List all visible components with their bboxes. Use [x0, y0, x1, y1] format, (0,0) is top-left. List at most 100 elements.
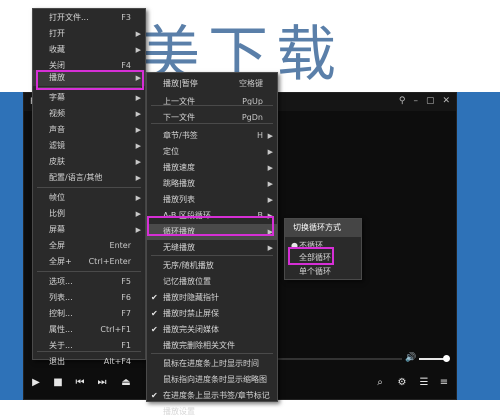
chevron-right-icon: ▶ — [135, 110, 141, 118]
main-menu-item[interactable]: 皮肤 ▶ — [33, 154, 145, 170]
play-menu-item[interactable]: ✔ 播放完关闭媒体 — [147, 322, 277, 338]
maximize-icon[interactable]: ▢ — [426, 96, 435, 106]
title-bar-icons: ⚲ – ▢ ✕ — [399, 96, 450, 106]
main-menu-item-label: 配置/语言/其他 — [49, 173, 103, 182]
main-menu-item[interactable]: 控制... F7 — [33, 306, 145, 322]
main-menu-item[interactable]: 收藏 ▶ — [33, 42, 145, 58]
main-menu-item-label: 退出 — [49, 357, 65, 366]
play-menu-item[interactable]: 播放完删除相关文件 — [147, 338, 277, 354]
main-menu-item-label: 声音 — [49, 125, 65, 134]
main-menu-item-shortcut: Enter — [109, 241, 131, 250]
play-menu-item[interactable]: ✔ 播放时禁止屏保 — [147, 306, 277, 322]
search-icon[interactable]: ⌕ — [372, 375, 388, 391]
main-menu-item[interactable]: 选项... F5 — [33, 274, 145, 290]
play-menu-item[interactable]: 章节/书签 H ▶ — [147, 128, 277, 144]
main-menu-item[interactable]: 全屏+ Ctrl+Enter — [33, 254, 145, 270]
play-menu-item-shortcut: H — [256, 131, 263, 140]
play-menu-item[interactable]: 播放设置 — [147, 404, 277, 420]
chevron-right-icon: ▶ — [267, 148, 273, 156]
play-menu-item[interactable]: 鼠标指向进度条时显示缩略图 — [147, 372, 277, 388]
chevron-right-icon: ▶ — [267, 164, 273, 172]
play-menu-item[interactable]: ✔ 在进度条上显示书签/章节标记 — [147, 388, 277, 404]
main-menu-item-label: 字幕 — [49, 93, 65, 102]
checkmark-icon: ✔ — [151, 391, 158, 400]
main-menu-item[interactable]: 打开文件... F3 — [33, 10, 145, 26]
loop-menu-header: 切换循环方式 — [285, 219, 361, 237]
play-menu-item[interactable]: 定位 ▶ — [147, 144, 277, 160]
checkmark-icon: ✔ — [151, 325, 158, 334]
main-menu-item-shortcut: Ctrl+F1 — [100, 325, 131, 334]
main-menu-item[interactable]: 屏幕 ▶ — [33, 222, 145, 238]
play-menu-item[interactable]: 记忆播放位置 — [147, 274, 277, 290]
main-menu-item-shortcut: Ctrl+Enter — [88, 257, 131, 266]
play-menu-item[interactable]: 跳略播放 ▶ — [147, 176, 277, 192]
main-menu-item[interactable]: 列表... F6 — [33, 290, 145, 306]
main-menu-item[interactable]: 全屏 Enter — [33, 238, 145, 254]
close-icon[interactable]: ✕ — [442, 96, 450, 106]
main-menu-item[interactable]: 滤镜 ▶ — [33, 138, 145, 154]
main-menu-item[interactable]: 配置/语言/其他 ▶ — [33, 170, 145, 186]
main-menu-item[interactable]: 打开 ▶ — [33, 26, 145, 42]
menu-separator — [151, 123, 273, 124]
main-menu-item-label: 控制... — [49, 309, 73, 318]
play-menu-item[interactable]: 播放|暂停 空格键 — [147, 76, 277, 92]
chevron-right-icon: ▶ — [135, 46, 141, 54]
chevron-right-icon: ▶ — [135, 194, 141, 202]
main-menu-item-label: 选项... — [49, 277, 73, 286]
chevron-right-icon: ▶ — [267, 132, 273, 140]
play-menu-item[interactable]: ✔ 播放时隐藏指针 — [147, 290, 277, 306]
play-menu-item[interactable]: 播放速度 ▶ — [147, 160, 277, 176]
main-menu-item-label: 全屏 — [49, 241, 65, 250]
next-button[interactable]: ⏭ — [94, 375, 110, 391]
play-menu-item-label: 无序/随机播放 — [163, 261, 214, 270]
chevron-right-icon: ▶ — [135, 174, 141, 182]
play-menu-item-label: 播放列表 — [163, 195, 195, 204]
main-menu-item[interactable]: 比例 ▶ — [33, 206, 145, 222]
play-menu-item-label: 播放设置 — [163, 407, 195, 416]
playlist-icon[interactable]: ☰ — [416, 375, 432, 391]
menu-separator — [37, 187, 141, 188]
menu-icon[interactable]: ≡ — [436, 375, 452, 391]
main-menu-item-shortcut: F3 — [121, 13, 131, 22]
play-button[interactable]: ▶ — [28, 375, 44, 391]
main-menu-item-label: 帧位 — [49, 193, 65, 202]
play-menu-item-label: 记忆播放位置 — [163, 277, 211, 286]
chevron-right-icon: ▶ — [135, 210, 141, 218]
pin-icon[interactable]: ⚲ — [399, 96, 406, 106]
main-menu-item-label: 皮肤 — [49, 157, 65, 166]
menu-separator — [37, 351, 141, 352]
highlight-play-item — [36, 70, 144, 90]
main-menu-item[interactable]: 退出 Alt+F4 — [33, 354, 145, 370]
main-menu-item-label: 比例 — [49, 209, 65, 218]
menu-separator — [151, 105, 273, 106]
play-submenu: 播放|暂停 空格键 上一文件 PgUp 下一文件 PgDn 章节/书签 H ▶ 定位 ▶ 播放速度 ▶ 跳… — [146, 72, 278, 416]
main-menu-item[interactable]: 声音 ▶ — [33, 122, 145, 138]
main-menu-item-shortcut: F6 — [121, 293, 131, 302]
chevron-right-icon: ▶ — [135, 226, 141, 234]
play-menu-item[interactable]: 上一文件 PgUp — [147, 94, 277, 110]
main-menu-item-shortcut: Alt+F4 — [103, 357, 131, 366]
main-menu-item-label: 属性... — [49, 325, 73, 334]
settings-icon[interactable]: ⚙ — [394, 375, 410, 391]
volume-knob[interactable] — [443, 355, 450, 362]
main-menu-item[interactable]: 字幕 ▶ — [33, 90, 145, 106]
play-menu-item-label: 播放时禁止屏保 — [163, 309, 219, 318]
main-menu-item[interactable]: 视频 ▶ — [33, 106, 145, 122]
play-menu-item-shortcut: PgUp — [242, 97, 263, 106]
chevron-right-icon: ▶ — [267, 244, 273, 252]
play-menu-item[interactable]: 无序/随机播放 — [147, 258, 277, 274]
eject-button[interactable]: ⏏ — [118, 375, 134, 391]
main-menu-item[interactable]: 属性... Ctrl+F1 — [33, 322, 145, 338]
play-menu-item[interactable]: 播放列表 ▶ — [147, 192, 277, 208]
stop-button[interactable]: ■ — [50, 375, 66, 391]
volume-icon[interactable]: 🔊 — [405, 353, 416, 363]
loop-menu-item[interactable]: 单个循环 — [285, 265, 361, 278]
previous-button[interactable]: ⏮ — [72, 375, 88, 391]
minimize-icon[interactable]: – — [413, 96, 418, 106]
main-menu-item[interactable]: 帧位 ▶ — [33, 190, 145, 206]
highlight-loop-all — [288, 247, 334, 265]
chevron-right-icon: ▶ — [135, 142, 141, 150]
play-menu-item[interactable]: 无缝播放 ▶ — [147, 240, 277, 256]
play-menu-item[interactable]: 鼠标在进度条上时显示时间 — [147, 356, 277, 372]
chevron-right-icon: ▶ — [267, 196, 273, 204]
